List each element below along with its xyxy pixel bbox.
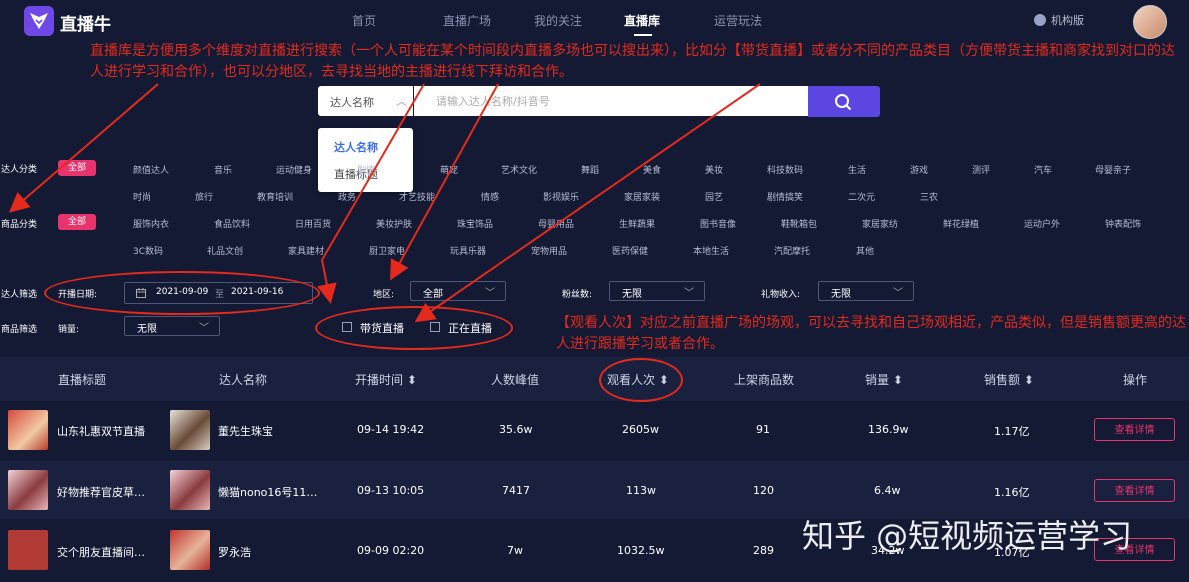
watermark-text: 知乎 @短视频运营学习 — [802, 517, 1133, 555]
arrow-to-product-category — [8, 83, 159, 213]
annotation-arrows — [8, 83, 761, 323]
arrow-to-live-checkbox — [414, 83, 761, 323]
arrow-to-goods-checkbox — [317, 259, 337, 304]
arrow-line-to-goods — [321, 83, 425, 261]
